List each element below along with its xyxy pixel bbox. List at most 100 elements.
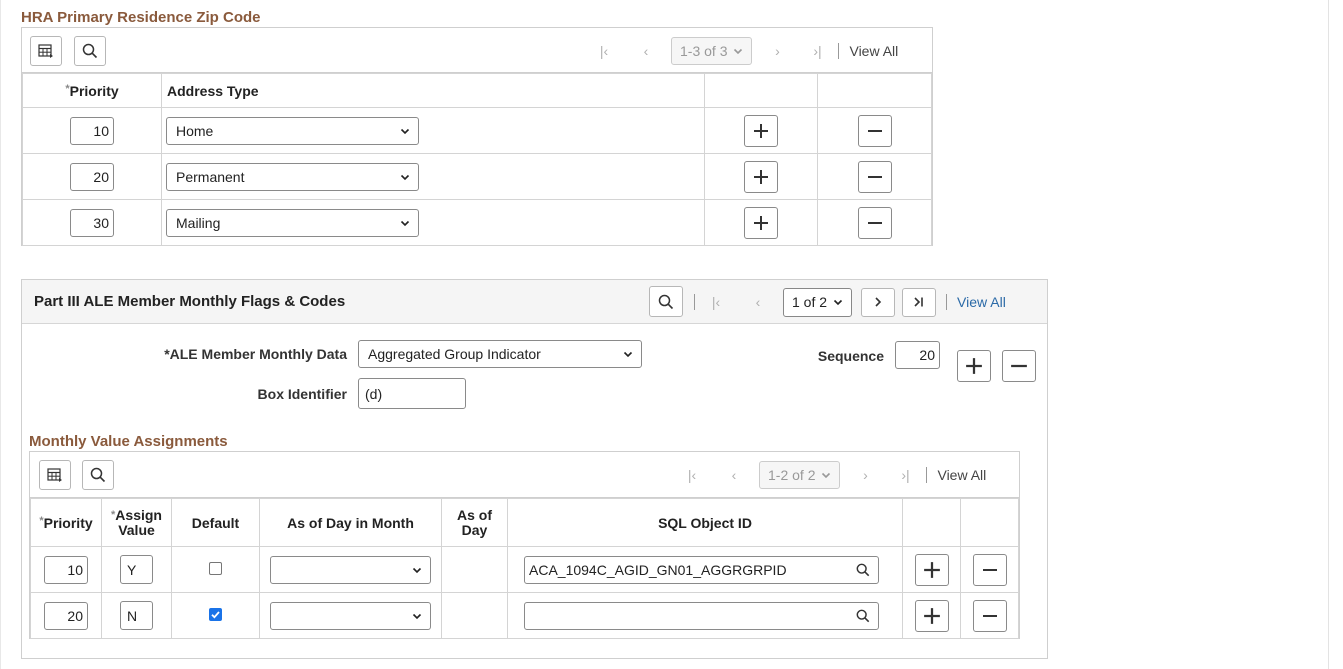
previous-page-icon[interactable]: ‹	[747, 294, 769, 310]
address-type-value: Mailing	[176, 214, 221, 231]
ale-add-button[interactable]	[957, 350, 991, 382]
col-add	[704, 73, 818, 108]
address-type-value: Home	[176, 122, 214, 139]
mva-pager-text: 1-2 of 2	[768, 467, 816, 483]
col-add	[902, 498, 961, 547]
mva-pager-select[interactable]: 1-2 of 2	[759, 461, 841, 489]
delete-row-button[interactable]	[972, 599, 1007, 632]
first-page-icon[interactable]: |‹	[705, 294, 727, 310]
first-page-icon[interactable]: |‹	[593, 43, 615, 59]
personalize-grid-button[interactable]	[30, 36, 62, 66]
sql-object-id-input[interactable]	[524, 601, 879, 630]
chevron-down-icon	[412, 613, 422, 619]
add-row-button[interactable]	[914, 553, 949, 586]
as-of-day-in-month-select[interactable]	[270, 555, 431, 584]
mva-table: *Priority *Assign Value Default As of Day…	[30, 498, 1019, 639]
chevron-down-icon	[400, 128, 410, 134]
sequence-label: Sequence	[817, 348, 884, 364]
col-assign-value-line2: Value	[118, 521, 155, 538]
add-row-button[interactable]	[744, 114, 778, 147]
ale-panel-title: Part III ALE Member Monthly Flags & Code…	[34, 293, 346, 310]
last-page-icon[interactable]: ›|	[806, 43, 828, 59]
table-row: 20 N	[30, 592, 1019, 639]
hra-grid: |‹ ‹ 1-3 of 3 › ›| View All *Priority Ad…	[21, 27, 933, 246]
as-of-day-in-month-select[interactable]	[270, 601, 431, 630]
ale-pager: |‹ ‹ 1 of 2 View All	[688, 280, 1006, 324]
next-page-button[interactable]	[861, 287, 896, 317]
chevron-right-icon	[875, 297, 882, 307]
ale-panel: Part III ALE Member Monthly Flags & Code…	[21, 279, 1048, 659]
chevron-down-icon	[833, 299, 843, 306]
left-edge	[0, 0, 1, 669]
search-icon	[82, 43, 98, 59]
hra-pager-select[interactable]: 1-3 of 3	[671, 36, 753, 65]
search-icon[interactable]	[856, 609, 870, 623]
first-page-icon[interactable]: |‹	[681, 467, 703, 483]
address-type-select[interactable]: Permanent	[166, 162, 419, 191]
plus-icon	[754, 215, 768, 230]
sequence-input[interactable]: 20	[895, 341, 940, 369]
col-delete	[960, 498, 1019, 547]
hra-pager: |‹ ‹ 1-3 of 3 › ›| View All	[593, 28, 898, 73]
chevron-down-icon	[400, 220, 410, 226]
minus-icon	[867, 129, 882, 132]
hra-section-title: HRA Primary Residence Zip Code	[21, 9, 261, 26]
ale-panel-header: Part III ALE Member Monthly Flags & Code…	[22, 280, 1047, 324]
personalize-grid-button[interactable]	[39, 460, 71, 490]
last-page-icon[interactable]: ›|	[894, 467, 916, 483]
default-checkbox[interactable]	[209, 561, 222, 575]
col-priority-label: Priority	[69, 82, 119, 99]
add-row-button[interactable]	[744, 160, 778, 193]
priority-input[interactable]: 20	[70, 162, 114, 191]
mva-view-all-link[interactable]: View All	[937, 467, 986, 483]
next-page-icon[interactable]: ›	[766, 43, 788, 59]
ale-member-data-select[interactable]: Aggregated Group Indicator	[358, 340, 642, 368]
delete-row-button[interactable]	[857, 114, 892, 147]
plus-icon	[923, 561, 940, 578]
find-button[interactable]	[74, 36, 106, 66]
hra-view-all-link[interactable]: View All	[849, 43, 898, 59]
previous-page-icon[interactable]: ‹	[635, 43, 657, 59]
col-as-of-day: As of Day	[441, 498, 508, 547]
ale-find-button[interactable]	[649, 286, 683, 317]
delete-row-button[interactable]	[972, 553, 1007, 586]
plus-icon	[754, 169, 768, 184]
last-page-icon	[914, 297, 923, 307]
address-type-select[interactable]: Home	[166, 116, 419, 145]
add-row-button[interactable]	[744, 206, 778, 239]
assign-value-input[interactable]: N	[120, 601, 153, 630]
checkmark-icon	[211, 610, 220, 619]
previous-page-icon[interactable]: ‹	[723, 467, 745, 483]
mva-section-title: Monthly Value Assignments	[29, 433, 228, 450]
sql-object-id-input[interactable]: ACA_1094C_AGID_GN01_AGGRGRPID	[524, 555, 879, 584]
col-priority-label: Priority	[43, 514, 93, 531]
priority-input[interactable]: 30	[70, 208, 114, 237]
last-page-button[interactable]	[902, 287, 937, 317]
delete-row-button[interactable]	[857, 160, 892, 193]
ale-delete-button[interactable]	[1002, 350, 1036, 382]
sql-object-id-value: ACA_1094C_AGID_GN01_AGGRGRPID	[529, 561, 787, 578]
minus-icon	[982, 614, 997, 617]
pager-separator	[838, 42, 840, 59]
ale-pager-select[interactable]: 1 of 2	[783, 287, 853, 317]
search-icon[interactable]	[856, 563, 870, 577]
col-as-of-day-line1: As of	[457, 506, 492, 523]
priority-input[interactable]: 10	[70, 116, 114, 145]
col-priority: *Priority	[30, 498, 102, 547]
col-assign-value-line1: Assign	[115, 506, 162, 523]
col-assign-value: *Assign Value	[101, 498, 172, 547]
plus-icon	[966, 358, 982, 374]
box-identifier-input[interactable]: (d)	[358, 378, 466, 409]
delete-row-button[interactable]	[857, 206, 892, 239]
plus-icon	[754, 123, 768, 138]
mva-header-row: *Priority *Assign Value Default As of Day…	[30, 498, 1019, 547]
address-type-select[interactable]: Mailing	[166, 208, 419, 237]
find-button[interactable]	[82, 460, 114, 490]
priority-input[interactable]: 20	[44, 601, 88, 630]
assign-value-input[interactable]: Y	[120, 555, 153, 584]
ale-view-all-link[interactable]: View All	[957, 294, 1006, 310]
next-page-icon[interactable]: ›	[854, 467, 876, 483]
priority-input[interactable]: 10	[44, 555, 88, 584]
default-checkbox[interactable]	[209, 607, 222, 621]
add-row-button[interactable]	[914, 599, 949, 632]
